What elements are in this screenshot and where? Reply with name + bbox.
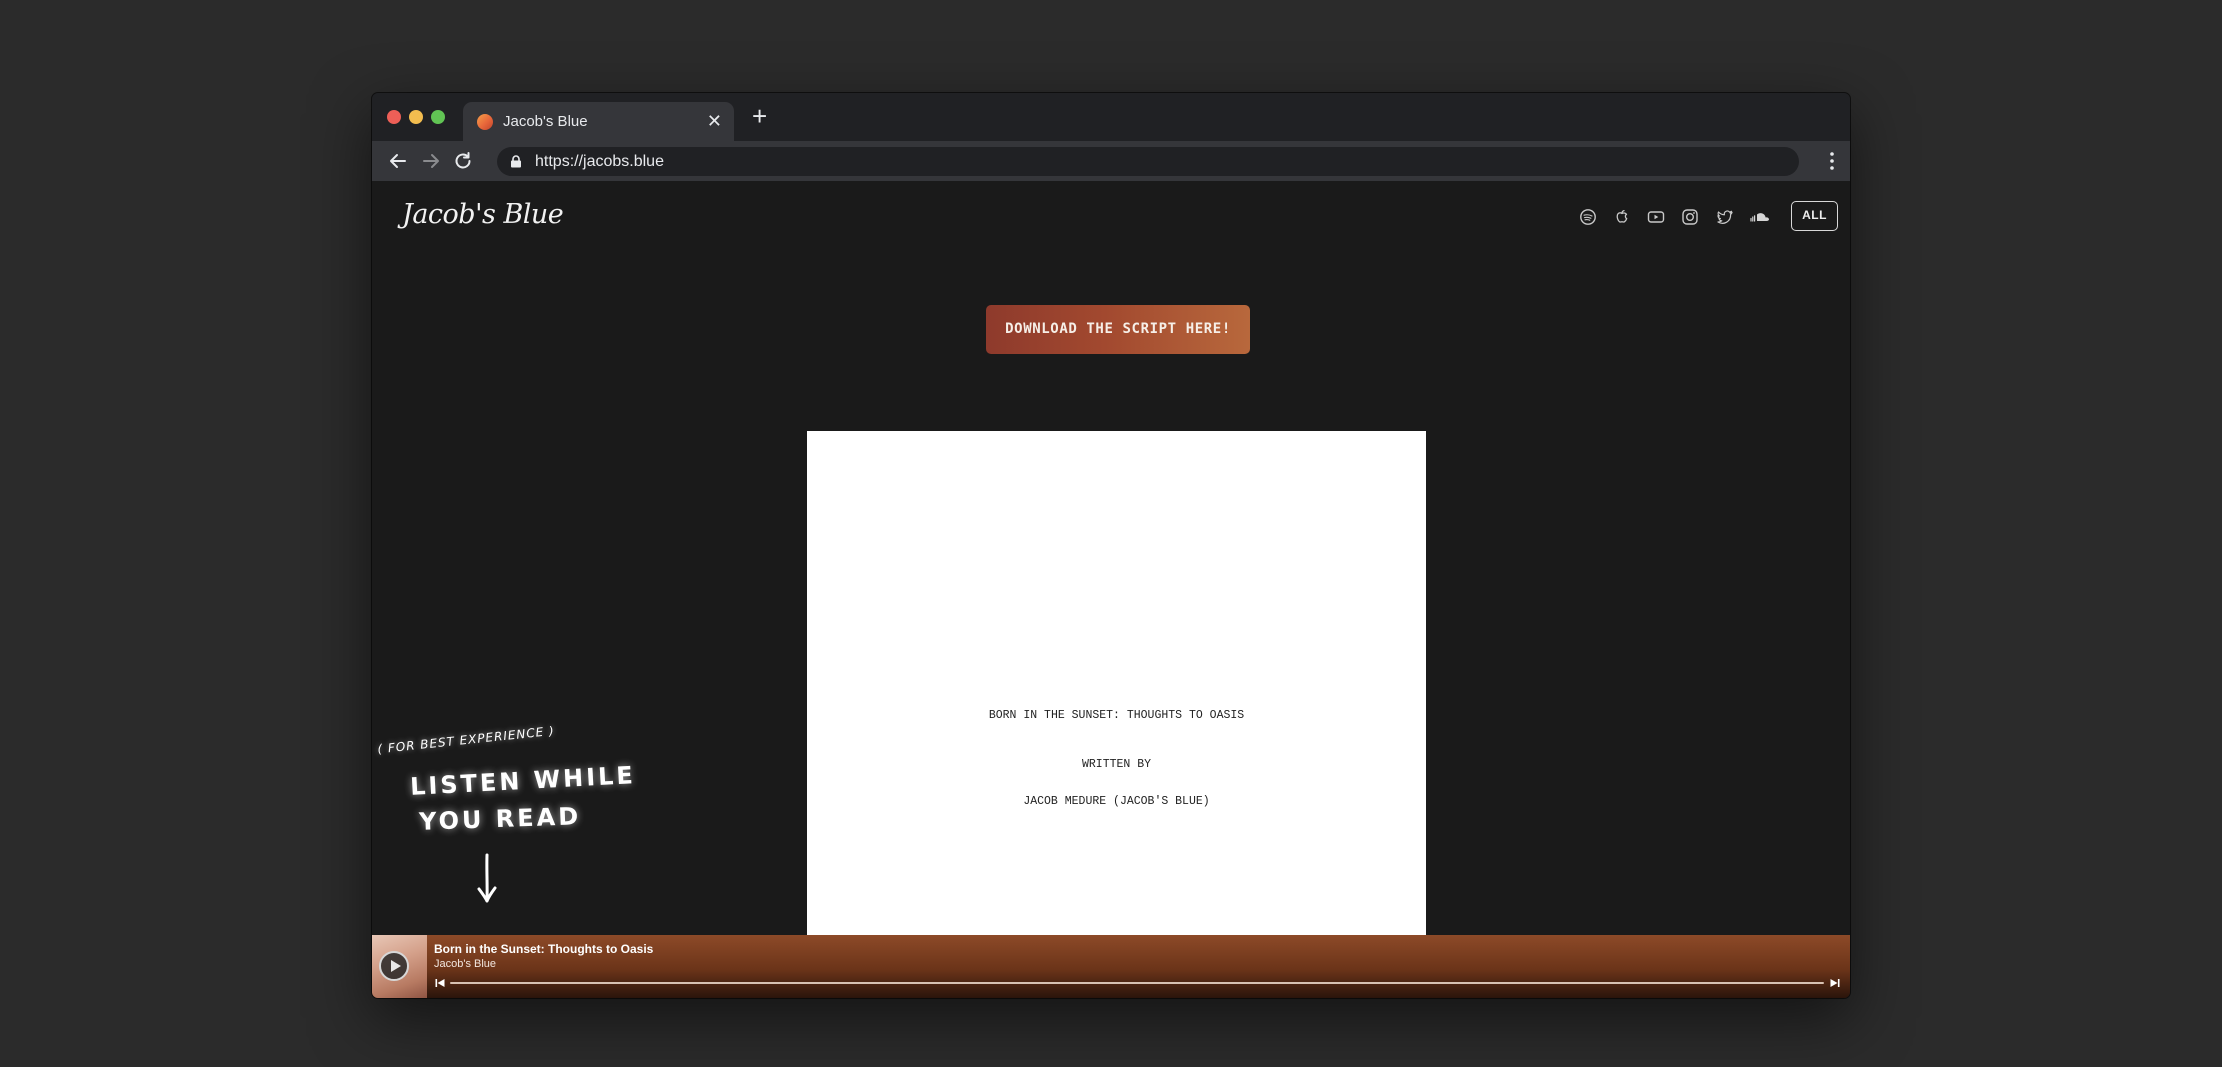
track-artist: Jacob's Blue	[434, 958, 497, 970]
url-text: https://jacobs.blue	[535, 153, 664, 170]
script-title: BORN IN THE SUNSET: THOUGHTS TO OASIS	[988, 709, 1245, 722]
youtube-icon[interactable]	[1647, 208, 1665, 226]
audio-player: Born in the Sunset: Thoughts to Oasis Ja…	[372, 935, 1850, 998]
site-logo[interactable]: Jacob's Blue	[402, 199, 564, 230]
minimize-window-button[interactable]	[409, 110, 423, 124]
new-tab-button[interactable]: +	[752, 101, 767, 131]
site-favicon-icon	[477, 114, 493, 130]
listen-hint-line1: LISTEN WHILE	[409, 761, 637, 801]
instagram-icon[interactable]	[1681, 208, 1699, 226]
web-page: Jacob's Blue ALL DOWNLOAD THE SCRIPT HER…	[372, 181, 1850, 998]
script-page: BORN IN THE SUNSET: THOUGHTS TO OASIS WR…	[807, 431, 1426, 951]
tab-close-icon[interactable]: ✕	[707, 111, 722, 131]
album-cover	[372, 935, 427, 998]
script-author: JACOB MEDURE (JACOB'S BLUE)	[1023, 795, 1210, 808]
track-title: Born in the Sunset: Thoughts to Oasis	[434, 942, 654, 956]
download-script-button[interactable]: DOWNLOAD THE SCRIPT HERE!	[986, 305, 1250, 354]
next-track-icon[interactable]	[1830, 978, 1840, 988]
browser-window: Jacob's Blue ✕ + https://jacobs.blue Jac…	[372, 93, 1850, 998]
soundcloud-icon[interactable]	[1749, 208, 1771, 226]
forward-arrow-icon[interactable]	[420, 150, 442, 172]
previous-track-icon[interactable]	[435, 978, 445, 988]
apple-music-icon[interactable]	[1613, 208, 1631, 226]
play-button[interactable]	[379, 951, 409, 981]
address-bar[interactable]: https://jacobs.blue	[497, 147, 1799, 176]
tab-title: Jacob's Blue	[503, 113, 588, 130]
best-experience-hint: ( FOR BEST EXPERIENCE )	[376, 723, 556, 757]
browser-toolbar: https://jacobs.blue	[372, 141, 1850, 181]
twitter-icon[interactable]	[1716, 208, 1734, 226]
browser-menu-icon[interactable]	[1830, 152, 1834, 170]
zoom-window-button[interactable]	[431, 110, 445, 124]
browser-tab[interactable]: Jacob's Blue ✕	[463, 102, 734, 141]
title-bar: Jacob's Blue ✕ +	[372, 93, 1850, 141]
close-window-button[interactable]	[387, 110, 401, 124]
listen-hint-line2: YOU READ	[418, 802, 582, 836]
back-arrow-icon[interactable]	[387, 150, 409, 172]
reload-icon[interactable]	[452, 150, 474, 172]
written-by-label: WRITTEN BY	[1081, 758, 1151, 771]
spotify-icon[interactable]	[1579, 208, 1597, 226]
progress-bar[interactable]	[450, 982, 1824, 984]
lock-icon	[511, 155, 521, 168]
all-links-button[interactable]: ALL	[1791, 201, 1838, 231]
down-arrow-icon	[477, 853, 497, 903]
